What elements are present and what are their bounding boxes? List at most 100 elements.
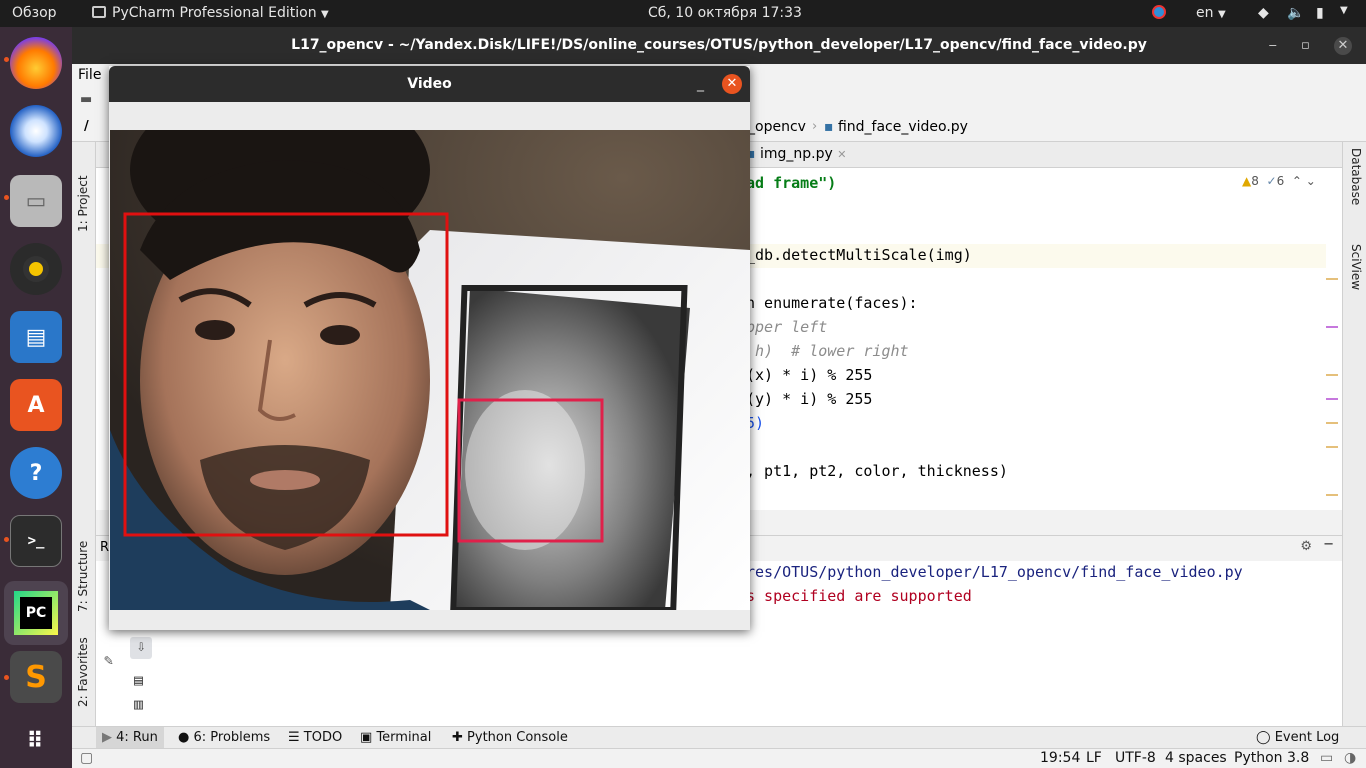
tab-event-log[interactable]: ◯ Event Log (1256, 730, 1339, 745)
running-indicator (4, 57, 9, 62)
warning-count: 8 (1251, 174, 1259, 188)
run-panel-label: R (100, 540, 110, 555)
video-window: Video _ ✕ (109, 66, 750, 630)
trash-icon[interactable]: ▥ (134, 695, 143, 713)
left-tool-strip: 1: Project 7: Structure 2: Favorites (72, 142, 96, 726)
lock-icon[interactable]: ▭ (1320, 750, 1333, 766)
webcam-image (110, 130, 750, 610)
breadcrumb-separator-icon: › (812, 119, 818, 134)
wifi-icon[interactable]: ◆ (1258, 5, 1269, 21)
tool-favorites[interactable]: 2: Favorites (76, 637, 90, 707)
tab-label: img_np.py (759, 146, 833, 162)
tab-terminal[interactable]: ▣ Terminal (360, 730, 431, 745)
scroll-to-end-icon[interactable]: ⇩ (130, 637, 152, 659)
tool-project[interactable]: 1: Project (76, 175, 90, 232)
rhythmbox-icon[interactable] (10, 243, 62, 295)
ubuntu-software-icon[interactable]: A (10, 379, 62, 431)
system-top-bar: Обзор PyCharm Professional Edition ▼ Сб,… (0, 0, 1366, 27)
thunderbird-icon[interactable] (10, 105, 62, 157)
running-indicator (4, 195, 9, 200)
help-icon[interactable]: ? (10, 447, 62, 499)
pycharm-icon: PC (14, 591, 58, 635)
chevron-down-icon[interactable]: ⌄ (1306, 174, 1316, 188)
video-title-bar[interactable]: Video (109, 66, 750, 102)
code-line: n enumerate(faces): (746, 294, 918, 312)
breadcrumb-folder[interactable]: _opencv (748, 119, 806, 135)
tab-python-console[interactable]: ✚ Python Console (452, 730, 568, 745)
indent-setting[interactable]: 4 spaces (1165, 750, 1227, 766)
python-console-icon: ✚ (452, 730, 463, 745)
play-icon: ▶ (102, 730, 112, 745)
settings-gear-icon[interactable]: ⚙ (1300, 539, 1312, 554)
app-menu[interactable]: PyCharm Professional Edition ▼ (92, 5, 329, 21)
hide-panel-icon[interactable]: − (1323, 537, 1334, 552)
menu-file[interactable]: File (78, 67, 101, 83)
battery-icon[interactable]: ▮ (1316, 5, 1324, 21)
bottom-tool-tabs: ▶ 4: Run ● 6: Problems ☰ TODO ▣ Terminal… (72, 726, 1366, 748)
maximize-icon[interactable]: ▫ (1301, 38, 1310, 53)
pin-icon[interactable]: ✎ (104, 651, 113, 669)
open-folder-icon[interactable]: ▬ (80, 92, 92, 107)
app-menu-label: PyCharm Professional Edition (112, 5, 317, 21)
weak-warning-count: 6 (1276, 174, 1285, 188)
tool-structure[interactable]: 7: Structure (76, 541, 90, 612)
chevron-up-icon[interactable]: ⌃ (1292, 174, 1302, 188)
line-separator[interactable]: LF (1086, 750, 1102, 766)
code-line: pper left (746, 318, 828, 336)
tab-problems[interactable]: ● 6: Problems (178, 730, 270, 745)
ide-title-bar: L17_opencv - ~/Yandex.Disk/LIFE!/DS/onli… (72, 27, 1366, 64)
tool-sciview[interactable]: SciView (1349, 244, 1363, 290)
code-line: h) # lower right (746, 342, 909, 360)
print-icon[interactable]: ▤ (134, 671, 143, 689)
console-line: s specified are supported (746, 587, 972, 605)
keyboard-layout-menu[interactable]: en ▼ (1196, 5, 1226, 21)
libreoffice-writer-icon[interactable]: ▤ (10, 311, 62, 363)
minimize-icon[interactable]: _ (697, 66, 704, 102)
minimize-icon[interactable]: ‒ (1269, 38, 1277, 53)
terminal-icon: ▣ (360, 730, 373, 745)
breadcrumb-file[interactable]: ▪ find_face_video.py (824, 119, 968, 135)
telegram-tray-icon[interactable] (1152, 5, 1166, 23)
code-line: , pt1, pt2, color, thickness) (746, 462, 1008, 480)
event-log-icon: ◯ (1256, 730, 1271, 745)
sublime-text-icon[interactable]: S (10, 651, 62, 703)
show-applications-icon[interactable]: ⠿ (10, 715, 62, 767)
code-line: ad frame") (746, 174, 837, 192)
firefox-icon[interactable] (10, 37, 62, 89)
close-tab-icon[interactable]: ✕ (837, 148, 846, 161)
system-menu-chevron-icon[interactable]: ▼ (1340, 5, 1348, 16)
git-icon[interactable]: ◑ (1344, 750, 1356, 766)
python-interpreter[interactable]: Python 3.8 (1234, 750, 1309, 766)
right-tool-strip: Database SciView (1342, 142, 1366, 726)
list-icon: ☰ (288, 730, 300, 745)
caret-position[interactable]: 19:54 (1040, 750, 1080, 766)
ide-title: L17_opencv - ~/Yandex.Disk/LIFE!/DS/onli… (291, 37, 1147, 53)
clock[interactable]: Сб, 10 октября 17:33 (648, 5, 802, 21)
terminal-icon[interactable]: >_ (10, 515, 62, 567)
root-slash[interactable]: / (84, 119, 89, 134)
webcam-frame (110, 130, 750, 610)
tab-todo-label: TODO (303, 730, 343, 745)
tab-python-console-label: Python Console (467, 730, 568, 745)
tab-run[interactable]: ▶ 4: Run (96, 727, 164, 748)
running-indicator (4, 675, 9, 680)
close-icon[interactable]: ✕ (722, 74, 742, 94)
inspection-widget[interactable]: ▲8 ✓6 ⌃ ⌄ (1242, 174, 1316, 188)
files-icon[interactable]: ▭ (10, 175, 62, 227)
toggle-tool-windows-icon[interactable]: ▢ (80, 750, 93, 766)
close-icon[interactable]: ✕ (1334, 37, 1352, 55)
tab-run-label: 4: Run (116, 730, 158, 745)
tab-img-np[interactable]: ▪ img_np.py ✕ (746, 146, 846, 162)
volume-icon[interactable]: 🔈 (1287, 5, 1304, 21)
tab-problems-label: 6: Problems (193, 730, 271, 745)
code-line: _db.detectMultiScale(img) (746, 246, 972, 264)
file-encoding[interactable]: UTF-8 (1115, 750, 1156, 766)
python-file-icon: ▪ (824, 119, 834, 135)
tab-todo[interactable]: ☰ TODO (288, 730, 342, 745)
tool-database[interactable]: Database (1349, 148, 1363, 205)
pycharm-dock-item[interactable]: PC (4, 581, 68, 645)
ubuntu-dock: ▭ ▤ A ? >_ PC S ⠿ (0, 27, 72, 768)
pycharm-app-icon (92, 6, 106, 18)
activities-button[interactable]: Обзор (12, 5, 57, 21)
console-line: res/OTUS/python_developer/L17_opencv/fin… (746, 563, 1243, 581)
